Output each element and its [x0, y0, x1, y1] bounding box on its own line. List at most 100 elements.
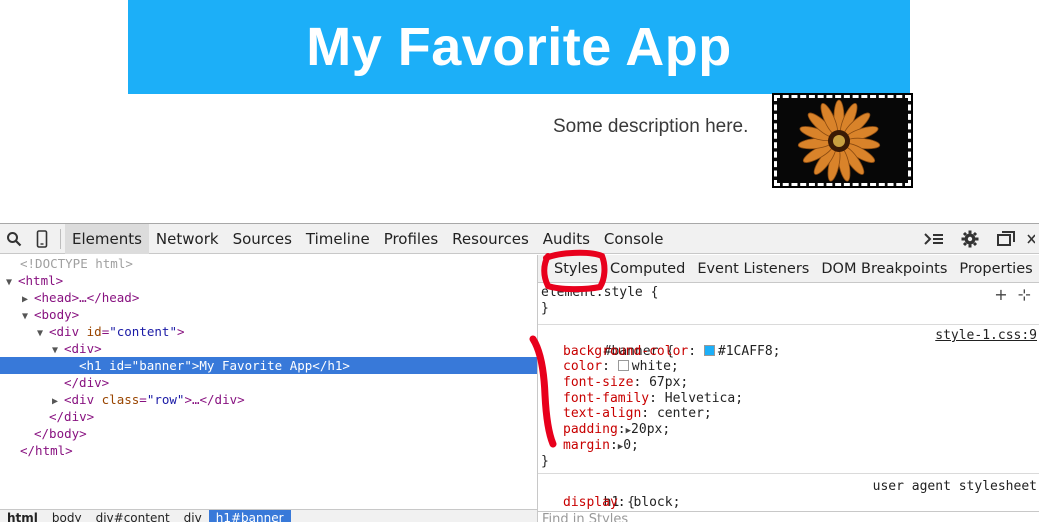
tab-properties[interactable]: Properties — [953, 255, 1038, 283]
property-value: white; — [631, 359, 679, 375]
page-description: Some description here. — [553, 116, 749, 137]
div-close-tag: </div> — [64, 375, 110, 390]
tab-profiles[interactable]: Profiles — [377, 224, 445, 254]
tab-timeline[interactable]: Timeline — [299, 224, 377, 254]
equals-sign: = — [139, 392, 147, 407]
declaration-color[interactable]: color: white; — [541, 359, 1039, 375]
dom-node-div[interactable]: ▼ <div> — [0, 340, 537, 357]
property-value: 0; — [623, 437, 639, 453]
property-name: padding — [563, 422, 618, 438]
declaration-font-family[interactable]: font-family: Helvetica; — [541, 391, 1039, 407]
attr-name: class — [101, 392, 140, 407]
tab-console[interactable]: Console — [597, 224, 671, 254]
dom-node-h1-banner-selected[interactable]: <h1 id="banner">My Favorite App</h1> — [0, 357, 537, 374]
stylesheet-link[interactable]: style-1.css:9 — [935, 328, 1037, 344]
property-name: text-align — [563, 406, 642, 422]
tab-computed[interactable]: Computed — [604, 255, 691, 283]
property-value: 67px; — [649, 375, 689, 391]
element-style-rule: element.style { } + ⊹ — [538, 285, 1039, 325]
dom-node-html-close[interactable]: </html> — [0, 442, 537, 459]
dom-node-div-content[interactable]: ▼ <div id="content"> — [0, 323, 537, 340]
page-banner-heading: My Favorite App — [128, 0, 910, 94]
breadcrumb: html body div#content div h1#banner — [0, 509, 537, 522]
property-name: color — [563, 359, 603, 375]
toggle-element-state-icon[interactable]: ⊹ — [1018, 285, 1031, 304]
flower-graphic — [777, 98, 908, 183]
dom-node-body-close[interactable]: </body> — [0, 425, 537, 442]
tag-close: > — [176, 324, 185, 339]
gear-icon[interactable] — [955, 225, 985, 253]
tab-elements[interactable]: Elements — [65, 223, 149, 254]
declaration-text-align[interactable]: text-align: center; — [541, 406, 1039, 422]
property-name: font-size — [563, 375, 634, 391]
declaration-padding[interactable]: padding:▶20px; — [541, 422, 1039, 438]
banner-rule: #banner { style-1.css:9 background-color… — [538, 326, 1039, 474]
property-name: display — [563, 494, 618, 510]
div-open-tag: <div> — [64, 341, 102, 356]
toolbar-separator — [60, 228, 61, 249]
tab-resources[interactable]: Resources — [445, 224, 536, 254]
user-agent-source: user agent stylesheet — [872, 479, 1037, 494]
body-open-tag: <body> — [34, 307, 80, 322]
dom-node-html[interactable]: ▼ <html> — [0, 272, 537, 289]
declaration-margin[interactable]: margin:▶0; — [541, 438, 1039, 454]
rule-close-brace: } — [541, 453, 549, 469]
attr-name: id — [86, 324, 102, 339]
banner-rule-header: #banner { style-1.css:9 — [541, 328, 1039, 359]
flower-image — [772, 93, 913, 188]
breadcrumb-div[interactable]: div — [177, 510, 209, 522]
tab-dom-breakpoints[interactable]: DOM Breakpoints — [815, 255, 953, 283]
breadcrumb-html[interactable]: html — [0, 510, 45, 522]
dock-side-icon[interactable] — [991, 225, 1021, 253]
tab-network[interactable]: Network — [149, 224, 226, 254]
find-in-styles-input[interactable]: Find in Styles — [538, 511, 1039, 522]
property-value: Helvetica; — [664, 390, 744, 406]
doctype-text: <!DOCTYPE html> — [20, 256, 133, 271]
tab-event-listeners[interactable]: Event Listeners — [691, 255, 815, 283]
div-content-tag: <div — [49, 324, 87, 339]
dom-node-div-row[interactable]: ▶ <div class="row">…</div> — [0, 391, 537, 408]
dom-node-body[interactable]: ▼ <body> — [0, 306, 537, 323]
search-icon[interactable] — [0, 225, 28, 253]
tab-styles[interactable]: Styles — [538, 255, 604, 283]
breadcrumb-div-content[interactable]: div#content — [89, 510, 177, 522]
dom-doctype[interactable]: <!DOCTYPE html> — [0, 255, 537, 272]
element-style-tools: + ⊹ — [994, 285, 1031, 304]
device-mode-icon[interactable] — [28, 225, 56, 253]
dom-node-div-content-close[interactable]: </div> — [0, 408, 537, 425]
html-close-tag: </html> — [20, 443, 73, 458]
property-name: font-family — [563, 390, 650, 406]
toolbar-right-actions — [919, 224, 1039, 254]
color-swatch[interactable] — [617, 360, 629, 372]
html-open-tag: <html> — [18, 273, 64, 288]
tag-close: >…</div> — [184, 392, 245, 407]
declaration-font-size[interactable]: font-size: 67px; — [541, 375, 1039, 391]
dom-node-head[interactable]: ▶ <head>…</head> — [0, 289, 537, 306]
console-drawer-icon[interactable] — [919, 225, 949, 253]
close-icon[interactable] — [1027, 225, 1037, 253]
property-value: #1CAFF8; — [717, 343, 781, 359]
body-close-tag: </body> — [34, 426, 87, 441]
attr-value: "row" — [146, 392, 185, 407]
rule-close-brace: } — [541, 300, 549, 316]
breadcrumb-h1-banner[interactable]: h1#banner — [208, 510, 291, 522]
element-style-selector[interactable]: element.style { — [541, 285, 1039, 301]
property-value: block; — [633, 494, 681, 510]
styles-sidebar: Styles Computed Event Listeners DOM Brea… — [538, 255, 1039, 522]
declaration-background-color[interactable]: background-color: #1CAFF8; — [541, 344, 1039, 360]
property-value: center; — [656, 406, 712, 422]
div-row-tag: <div — [64, 392, 102, 407]
devtools-toolbar: Elements Network Sources Timeline Profil… — [0, 223, 1039, 254]
add-rule-icon[interactable]: + — [994, 285, 1007, 304]
property-name: background-color — [563, 343, 689, 359]
h1-user-agent-rule: h1 { user agent stylesheet display: bloc… — [538, 477, 1039, 511]
tab-audits[interactable]: Audits — [536, 224, 597, 254]
devtools-panel: Elements Network Sources Timeline Profil… — [0, 223, 1039, 522]
dom-node-div-close[interactable]: </div> — [0, 374, 537, 391]
property-value: 20px; — [631, 422, 671, 438]
color-swatch[interactable] — [703, 344, 715, 356]
dom-tree: <!DOCTYPE html> ▼ <html> ▶ <head>…</head> … — [0, 255, 537, 509]
attr-value: "content" — [109, 324, 177, 339]
tab-sources[interactable]: Sources — [226, 224, 299, 254]
breadcrumb-body[interactable]: body — [45, 510, 89, 522]
